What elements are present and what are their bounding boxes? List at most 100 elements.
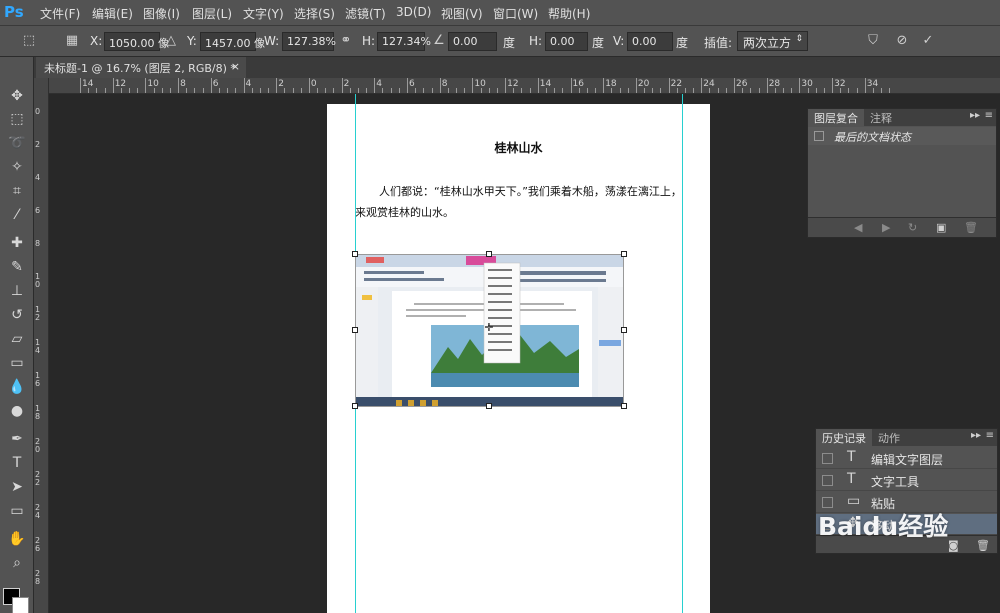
ruler-label: 8: [35, 239, 41, 248]
ruler-label: 28: [35, 569, 41, 586]
menu-file[interactable]: 文件(F): [40, 5, 80, 22]
history-tabs: 历史记录 动作 ▸▸ ≡: [816, 429, 997, 446]
type-tool-icon: T: [847, 471, 856, 487]
width-field[interactable]: 127.38%: [282, 32, 336, 51]
healing-brush-tool-icon[interactable]: ✚: [6, 233, 28, 253]
warp-mode-icon[interactable]: ⛉: [864, 32, 882, 50]
zoom-tool-icon[interactable]: ⌕: [6, 553, 28, 573]
ruler-minor-tick: [120, 88, 122, 93]
next-comp-icon[interactable]: ▶: [882, 221, 890, 234]
panel-menu-icon[interactable]: ≡: [986, 430, 994, 441]
eraser-tool-icon[interactable]: ▱: [6, 329, 28, 349]
collapse-icon[interactable]: ▸▸: [971, 430, 981, 441]
menu-layer[interactable]: 图层(L): [192, 5, 232, 22]
rectangle-tool-icon[interactable]: ▭: [6, 501, 28, 521]
guide-line-right[interactable]: [682, 94, 683, 613]
hskew-field[interactable]: 0.00: [545, 32, 588, 51]
ruler-minor-tick: [774, 88, 776, 93]
brush-tool-icon[interactable]: ✎: [6, 257, 28, 277]
delete-state-icon[interactable]: 🗑: [976, 539, 990, 552]
menu-image[interactable]: 图像(I): [143, 5, 180, 22]
transform-handle-bl[interactable]: [352, 403, 358, 409]
previous-comp-icon[interactable]: ◀: [854, 221, 862, 234]
path-select-tool-icon[interactable]: ➤: [6, 477, 28, 497]
menu-select[interactable]: 选择(S): [294, 5, 335, 22]
close-icon[interactable]: ×: [231, 60, 240, 73]
relative-position-icon[interactable]: △: [162, 32, 180, 50]
interpolation-select[interactable]: 两次立方 ⇕: [737, 31, 808, 51]
transform-tool-icon[interactable]: ⬚: [20, 32, 38, 50]
snapshot-camera-icon[interactable]: ◙: [948, 539, 959, 552]
x-field[interactable]: 1050.00 像: [104, 32, 169, 51]
tab-layer-comps[interactable]: 图层复合: [808, 109, 864, 126]
link-icon[interactable]: ⚭: [337, 32, 355, 50]
hand-tool-icon[interactable]: ✋: [6, 529, 28, 549]
tab-actions[interactable]: 动作: [872, 429, 906, 446]
interpolation-value: 两次立方: [743, 36, 792, 50]
transform-handle-r[interactable]: [621, 327, 627, 333]
pen-tool-icon[interactable]: ✒: [6, 429, 28, 449]
transform-handle-tl[interactable]: [352, 251, 358, 257]
menu-3d[interactable]: 3D(D): [396, 5, 431, 19]
delete-comp-icon[interactable]: 🗑: [964, 221, 978, 234]
ruler-major-tick: [505, 78, 507, 93]
marquee-tool-icon[interactable]: ⬚: [6, 109, 28, 129]
type-tool-icon[interactable]: T: [6, 453, 28, 473]
angle-field[interactable]: 0.00: [448, 32, 497, 51]
dodge-tool-icon[interactable]: ●: [6, 401, 28, 421]
eyedropper-tool-icon[interactable]: ⁄: [6, 205, 28, 225]
ruler-label: 20: [35, 437, 41, 454]
history-item[interactable]: T 编辑文字图层: [816, 448, 997, 469]
transform-handle-l[interactable]: [352, 327, 358, 333]
layer-comps-panel: 图层复合 注释 ▸▸ ≡ 最后的文档状态 ◀ ▶ ↻ ▣ 🗑: [807, 108, 997, 238]
ruler-label: 18: [35, 404, 41, 421]
history-item[interactable]: T 文字工具: [816, 470, 997, 491]
lasso-tool-icon[interactable]: ➰: [6, 133, 28, 153]
ruler-minor-tick: [415, 88, 417, 93]
ruler-minor-tick: [398, 88, 400, 93]
menu-window[interactable]: 窗口(W): [493, 5, 538, 22]
history-brush-tool-icon[interactable]: ↺: [6, 305, 28, 325]
ruler-label: 6: [35, 206, 41, 215]
collapse-icon[interactable]: ▸▸: [970, 110, 980, 121]
center-pivot-icon[interactable]: ✛: [484, 322, 494, 333]
background-color-swatch[interactable]: [12, 597, 29, 613]
menu-help[interactable]: 帮助(H): [548, 5, 590, 22]
menu-filter[interactable]: 滤镜(T): [345, 5, 386, 22]
cancel-transform-icon[interactable]: ⊘: [893, 32, 911, 50]
menu-type[interactable]: 文字(Y): [243, 5, 284, 22]
quick-select-tool-icon[interactable]: ✧: [6, 157, 28, 177]
tab-history[interactable]: 历史记录: [816, 429, 872, 446]
toolbox: ✥ ⬚ ➰ ✧ ⌗ ⁄ ✚ ✎ ⊥ ↺ ▱ ▭ 💧 ● ✒ T ➤ ▭ ✋ ⌕: [0, 57, 34, 613]
vskew-field[interactable]: 0.00: [627, 32, 673, 51]
document-tab[interactable]: 未标题-1 @ 16.7% (图层 2, RGB/8) * ×: [36, 57, 246, 78]
crop-tool-icon[interactable]: ⌗: [6, 181, 28, 201]
update-comp-icon[interactable]: ↻: [908, 221, 917, 234]
move-tool-icon[interactable]: ✥: [6, 86, 28, 106]
history-snapshot-checkbox[interactable]: [822, 453, 833, 464]
reference-point-icon[interactable]: ▦: [63, 32, 81, 50]
tab-notes[interactable]: 注释: [864, 109, 898, 126]
new-comp-icon[interactable]: ▣: [936, 221, 946, 234]
transform-handle-t[interactable]: [486, 251, 492, 257]
stamp-tool-icon[interactable]: ⊥: [6, 281, 28, 301]
history-snapshot-checkbox[interactable]: [822, 475, 833, 486]
ruler-label: 2: [278, 79, 284, 89]
ruler-minor-tick: [349, 88, 351, 93]
layer-comp-checkbox[interactable]: [814, 131, 824, 141]
transform-handle-br[interactable]: [621, 403, 627, 409]
menu-view[interactable]: 视图(V): [441, 5, 483, 22]
ruler-minor-tick: [578, 88, 580, 93]
y-field[interactable]: 1457.00 像: [200, 32, 265, 51]
transform-handle-tr[interactable]: [621, 251, 627, 257]
ruler-minor-tick: [366, 88, 368, 93]
blur-tool-icon[interactable]: 💧: [6, 377, 28, 397]
transform-handle-b[interactable]: [486, 403, 492, 409]
panel-menu-icon[interactable]: ≡: [985, 110, 993, 121]
angle-unit: 度: [503, 36, 516, 50]
height-field[interactable]: 127.34%: [377, 32, 431, 51]
layer-comp-row[interactable]: 最后的文档状态: [808, 127, 996, 145]
commit-transform-icon[interactable]: ✓: [919, 32, 937, 50]
gradient-tool-icon[interactable]: ▭: [6, 353, 28, 373]
menu-edit[interactable]: 编辑(E): [92, 5, 133, 22]
